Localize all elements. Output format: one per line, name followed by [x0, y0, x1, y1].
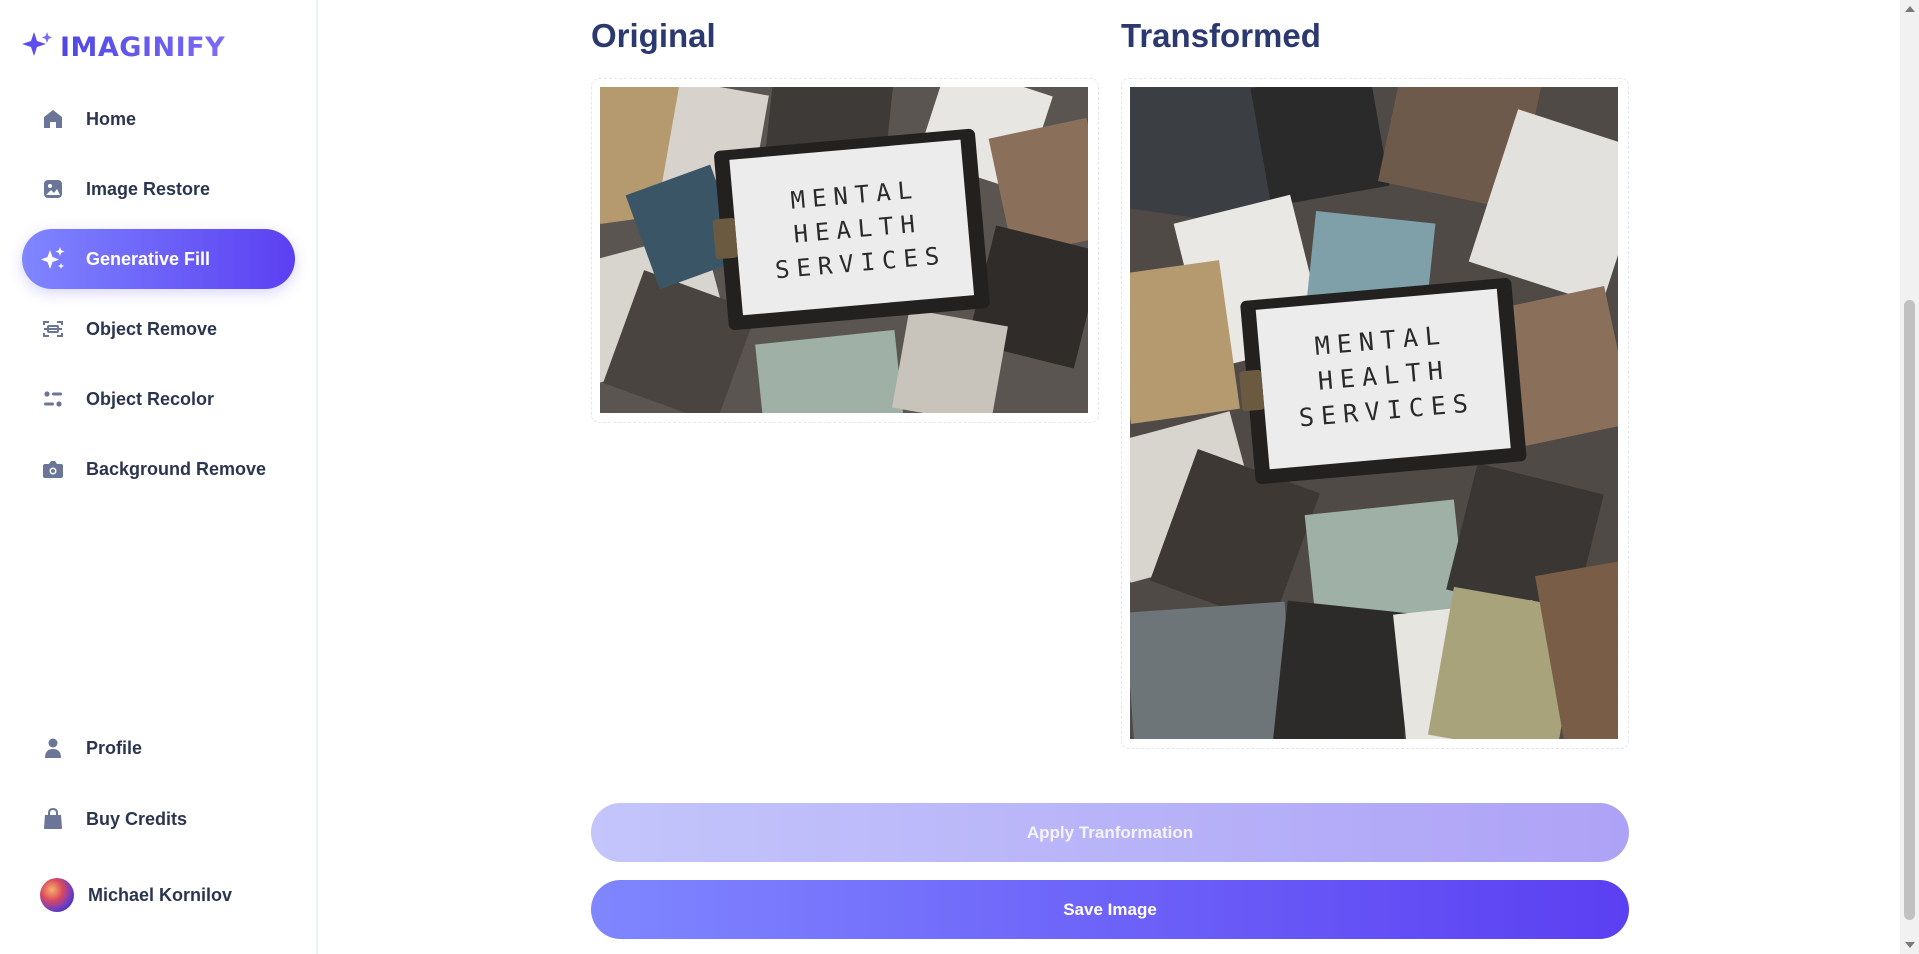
home-icon: [40, 106, 66, 132]
bag-icon: [40, 806, 66, 832]
sidebar-item-image-restore[interactable]: Image Restore: [22, 159, 295, 219]
sidebar-item-label: Image Restore: [86, 178, 211, 199]
sidebar-item-home[interactable]: Home: [22, 89, 295, 149]
scan-icon: [40, 316, 66, 342]
avatar: [40, 878, 74, 912]
apply-transformation-button[interactable]: Apply Tranformation: [591, 803, 1629, 862]
user-icon: [40, 735, 66, 761]
sidebar-item-label: Background Remove: [86, 458, 267, 479]
sidebar-item-object-remove[interactable]: Object Remove: [22, 299, 295, 359]
main-content: Original Transformed MENTAL HEALTH SERVI…: [318, 0, 1900, 954]
scroll-down-icon[interactable]: [1905, 942, 1915, 948]
image-icon: [40, 176, 66, 202]
sidebar-item-buy-credits[interactable]: Buy Credits: [22, 789, 295, 849]
sidebar: IMAGINIFY Home Image Restore Generative …: [0, 0, 318, 954]
scrollbar[interactable]: [1900, 0, 1919, 954]
sidebar-item-label: Object Remove: [86, 318, 218, 339]
sidebar-item-object-recolor[interactable]: Object Recolor: [22, 369, 295, 429]
sparkles-icon: [40, 246, 66, 272]
logo[interactable]: IMAGINIFY: [20, 30, 225, 65]
sidebar-item-label: Generative Fill: [86, 248, 211, 269]
sparkles-logo-icon: [20, 30, 54, 65]
save-image-button[interactable]: Save Image: [591, 880, 1629, 939]
sidebar-item-background-remove[interactable]: Background Remove: [22, 439, 295, 499]
scroll-up-icon[interactable]: [1905, 6, 1915, 12]
transformed-title: Transformed: [1121, 17, 1321, 54]
sidebar-item-label: Buy Credits: [86, 808, 188, 829]
user-name: Michael Kornilov: [88, 884, 233, 905]
original-title: Original: [591, 17, 716, 54]
sidebar-item-profile[interactable]: Profile: [22, 718, 295, 778]
logo-text: IMAGINIFY: [60, 32, 226, 63]
filter-icon: [40, 386, 66, 412]
scroll-thumb[interactable]: [1904, 300, 1915, 920]
sidebar-item-label: Home: [86, 108, 137, 129]
user-profile-button[interactable]: Michael Kornilov: [22, 865, 295, 925]
sidebar-item-generative-fill[interactable]: Generative Fill: [22, 229, 295, 289]
sidebar-item-label: Profile: [86, 737, 143, 758]
original-image-frame: MENTAL HEALTH SERVICES: [591, 78, 1099, 423]
transformed-image-frame: MENTAL HEALTH SERVICES: [1121, 78, 1629, 749]
sidebar-item-label: Object Recolor: [86, 388, 215, 409]
original-image[interactable]: MENTAL HEALTH SERVICES: [600, 87, 1088, 413]
camera-icon: [40, 456, 66, 482]
transformed-image[interactable]: MENTAL HEALTH SERVICES: [1130, 87, 1618, 739]
